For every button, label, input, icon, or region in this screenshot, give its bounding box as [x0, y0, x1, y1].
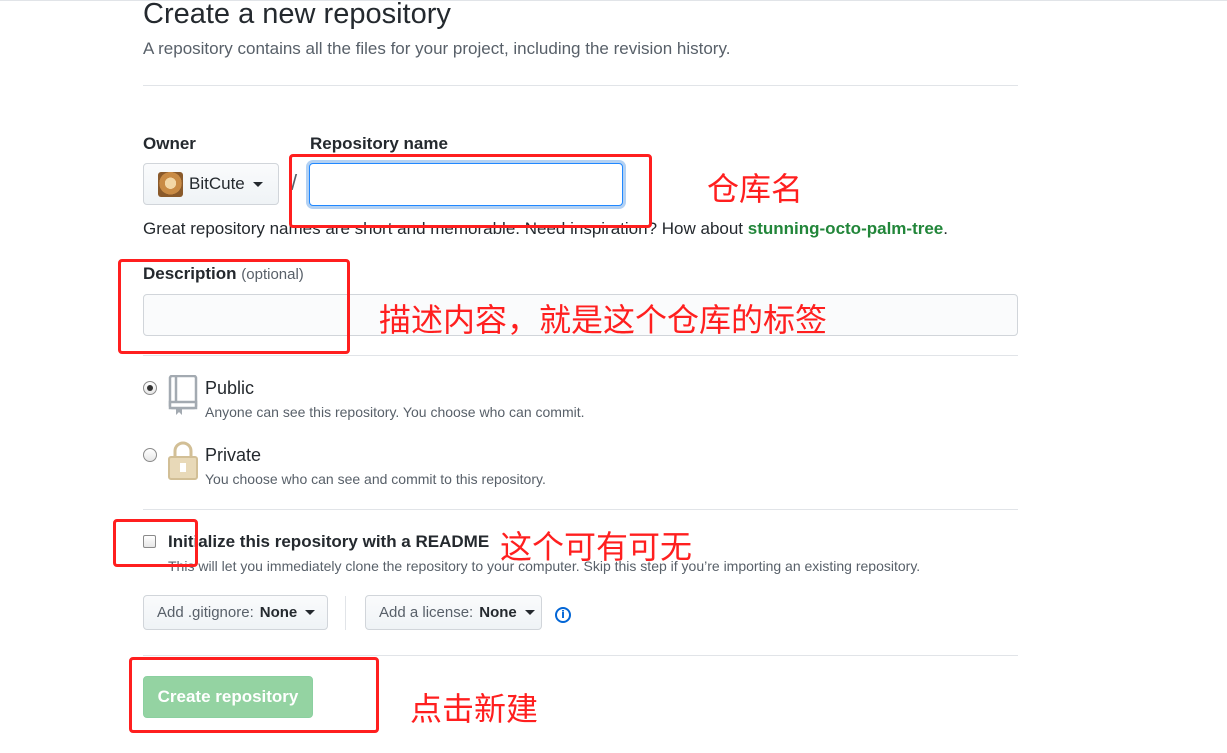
annotation-repo-name: 仓库名: [707, 170, 804, 208]
page-subtitle: A repository contains all the files for …: [143, 39, 731, 58]
public-radio[interactable]: [143, 381, 157, 395]
annotation-box-readme: [113, 519, 198, 567]
annotation-box-repo-name: [289, 154, 652, 228]
annotation-readme: 这个可有可无: [500, 528, 693, 566]
divider: [143, 355, 1018, 356]
gitignore-prefix: Add .gitignore:: [157, 604, 254, 621]
caret-down-icon: [305, 610, 316, 615]
repo-name-label: Repository name: [310, 134, 448, 153]
public-title: Public: [205, 378, 255, 398]
annotation-box-description: [118, 259, 350, 354]
annotation-create: 点击新建: [410, 690, 539, 728]
divider: [143, 509, 1018, 510]
license-value: None: [479, 604, 517, 621]
caret-down-icon: [524, 610, 535, 615]
hint-suffix: .: [943, 219, 948, 238]
private-title: Private: [205, 445, 262, 465]
lock-icon: [167, 441, 199, 481]
annotation-description: 描述内容，就是这个仓库的标签: [379, 301, 828, 339]
caret-down-icon: [252, 181, 263, 187]
public-note: Anyone can see this repository. You choo…: [205, 404, 585, 420]
vertical-divider: [345, 596, 346, 630]
divider: [143, 655, 1018, 656]
page-title: Create a new repository: [143, 0, 451, 30]
suggested-name-link[interactable]: stunning-octo-palm-tree: [748, 219, 944, 238]
private-radio[interactable]: [143, 448, 157, 462]
owner-label: Owner: [143, 134, 196, 153]
annotation-box-create: [129, 657, 379, 733]
gitignore-select[interactable]: Add .gitignore: None: [143, 595, 328, 630]
info-icon[interactable]: i: [555, 607, 571, 623]
gitignore-value: None: [259, 604, 298, 621]
owner-name: BitCute: [189, 174, 245, 193]
license-select[interactable]: Add a license: None: [365, 595, 542, 630]
divider: [143, 85, 1018, 86]
private-note: You choose who can see and commit to thi…: [205, 471, 546, 487]
readme-label[interactable]: Initialize this repository with a README: [168, 532, 489, 552]
repo-book-icon: [166, 375, 198, 415]
owner-select[interactable]: BitCute: [143, 163, 279, 205]
license-prefix: Add a license:: [379, 604, 474, 621]
avatar: [158, 171, 183, 197]
